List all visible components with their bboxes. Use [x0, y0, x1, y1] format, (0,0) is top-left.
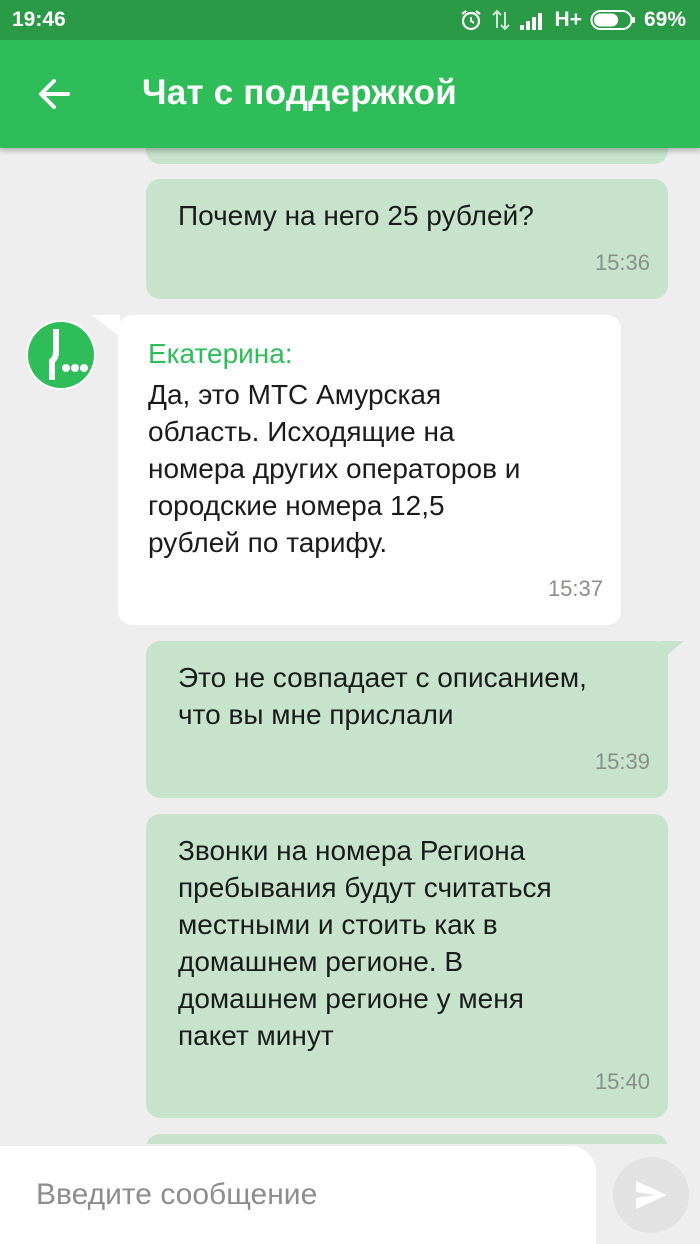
data-transfer-icon: [491, 9, 510, 31]
message-bubble-outgoing: Звонки на номера Региона пребывания буду…: [146, 814, 668, 1118]
message-time: 15:37: [547, 576, 603, 601]
status-icons: H+ 69%: [459, 6, 686, 34]
send-icon: [636, 1181, 667, 1209]
battery-percent: 69%: [643, 8, 686, 31]
message-text: Да, это МТС Амурская область. Исходящие …: [148, 379, 521, 558]
status-time: 19:46: [12, 8, 66, 31]
arrow-left-icon: [39, 79, 70, 109]
mts-logo-icon: [28, 322, 94, 388]
message-composer: [0, 1144, 700, 1244]
send-button[interactable]: [613, 1157, 689, 1233]
network-type: H+: [554, 8, 582, 31]
operator-avatar: [26, 320, 96, 390]
message-bubble-incoming: Екатерина: Да, это МТС Амурская область.…: [92, 315, 621, 625]
chat-messages[interactable]: Почему на него 25 рублей? 15:36 Екатерин…: [0, 148, 700, 1144]
message-time: 15:39: [594, 749, 650, 774]
app-bar: Чат с поддержкой: [0, 40, 700, 148]
signal-icon: [519, 13, 542, 30]
message-text: Почему на него 25 рублей?: [178, 200, 534, 231]
message-input[interactable]: [36, 1170, 576, 1220]
message-input-container: [0, 1146, 596, 1244]
back-button[interactable]: [30, 70, 78, 118]
status-bar: 19:46 H+ 69%: [0, 0, 700, 40]
message-bubble-partial: [146, 1134, 668, 1144]
message-bubble-outgoing: Почему на него 25 рублей? 15:36: [146, 179, 668, 299]
message-text: Это не совпадает с описанием, что вы мне…: [178, 662, 587, 730]
page-title: Чат с поддержкой: [142, 73, 457, 112]
message-time: 15:40: [594, 1069, 650, 1094]
battery-icon: [590, 10, 635, 30]
sender-name: Екатерина:: [148, 338, 293, 369]
message-bubble-partial: [146, 148, 668, 164]
message-time: 15:36: [594, 250, 650, 275]
message-bubble-outgoing: Это не совпадает с описанием, что вы мне…: [146, 641, 684, 798]
message-text: Звонки на номера Региона пребывания буду…: [178, 835, 552, 1051]
alarm-icon: [460, 10, 481, 31]
